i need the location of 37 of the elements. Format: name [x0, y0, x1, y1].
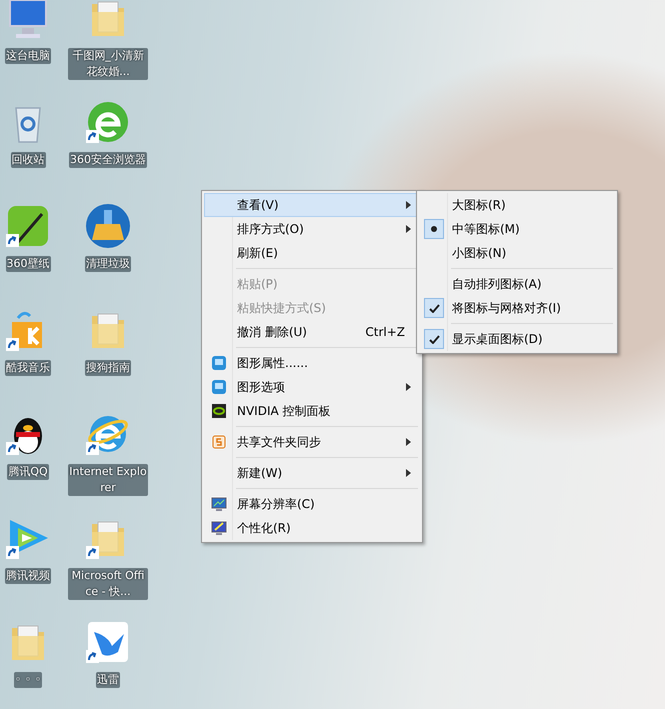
menu-item[interactable]: 中等图标(M)	[419, 217, 615, 241]
broom-icon[interactable]	[84, 202, 132, 250]
menu-item[interactable]: 自动排列图标(A)	[419, 272, 615, 296]
graphics-icon	[211, 355, 227, 371]
icon-label: 酷我音乐	[5, 360, 51, 376]
menu-item[interactable]: 显示桌面图标(D)	[419, 327, 615, 351]
icon-label: 360壁纸	[6, 256, 50, 272]
menu-item[interactable]: 刷新(E)	[204, 241, 420, 265]
icon-label: 这台电脑	[5, 48, 51, 64]
icon-label: 360安全浏览器	[69, 152, 147, 168]
icon-label: 搜狗指南	[85, 360, 131, 376]
menu-item[interactable]: 撤消 删除(U) Ctrl+Z	[204, 320, 420, 344]
menu-item[interactable]: 小图标(N)	[419, 241, 615, 265]
menu-item[interactable]: 图形选项	[204, 375, 420, 399]
icon-label: 迅雷	[96, 672, 120, 688]
menu-item[interactable]: 排序方式(O)	[204, 217, 420, 241]
icon-label: 清理垃圾	[85, 256, 131, 272]
menu-item[interactable]: 屏幕分辨率(C)	[204, 492, 420, 516]
graphics-icon	[211, 379, 227, 395]
icon-label: 腾讯QQ	[7, 464, 49, 480]
monitor-icon	[211, 496, 227, 512]
icon-label: Internet Explorer	[68, 464, 148, 496]
icon-label: 腾讯视频	[5, 568, 51, 584]
monitor-icon	[211, 520, 227, 536]
menu-item[interactable]: 个性化(R)	[204, 516, 420, 540]
nvidia-icon	[211, 403, 227, 419]
icon-label: 千图网_小清新花纹婚...	[68, 48, 148, 80]
menu-item[interactable]: 图形属性......	[204, 351, 420, 375]
menu-item[interactable]: 将图标与网格对齐(I)	[419, 296, 615, 320]
sync-icon	[211, 434, 227, 450]
icon-label: ◦ ◦ ◦	[14, 672, 42, 688]
icon-label: 回收站	[10, 152, 46, 168]
menu-item[interactable]: 大图标(R)	[419, 193, 615, 217]
icon-label: Microsoft Office - 快...	[68, 568, 148, 600]
menu-item[interactable]: 共享文件夹同步	[204, 430, 420, 454]
menu-item[interactable]: 新建(W)	[204, 461, 420, 485]
menu-item[interactable]: NVIDIA 控制面板	[204, 399, 420, 423]
